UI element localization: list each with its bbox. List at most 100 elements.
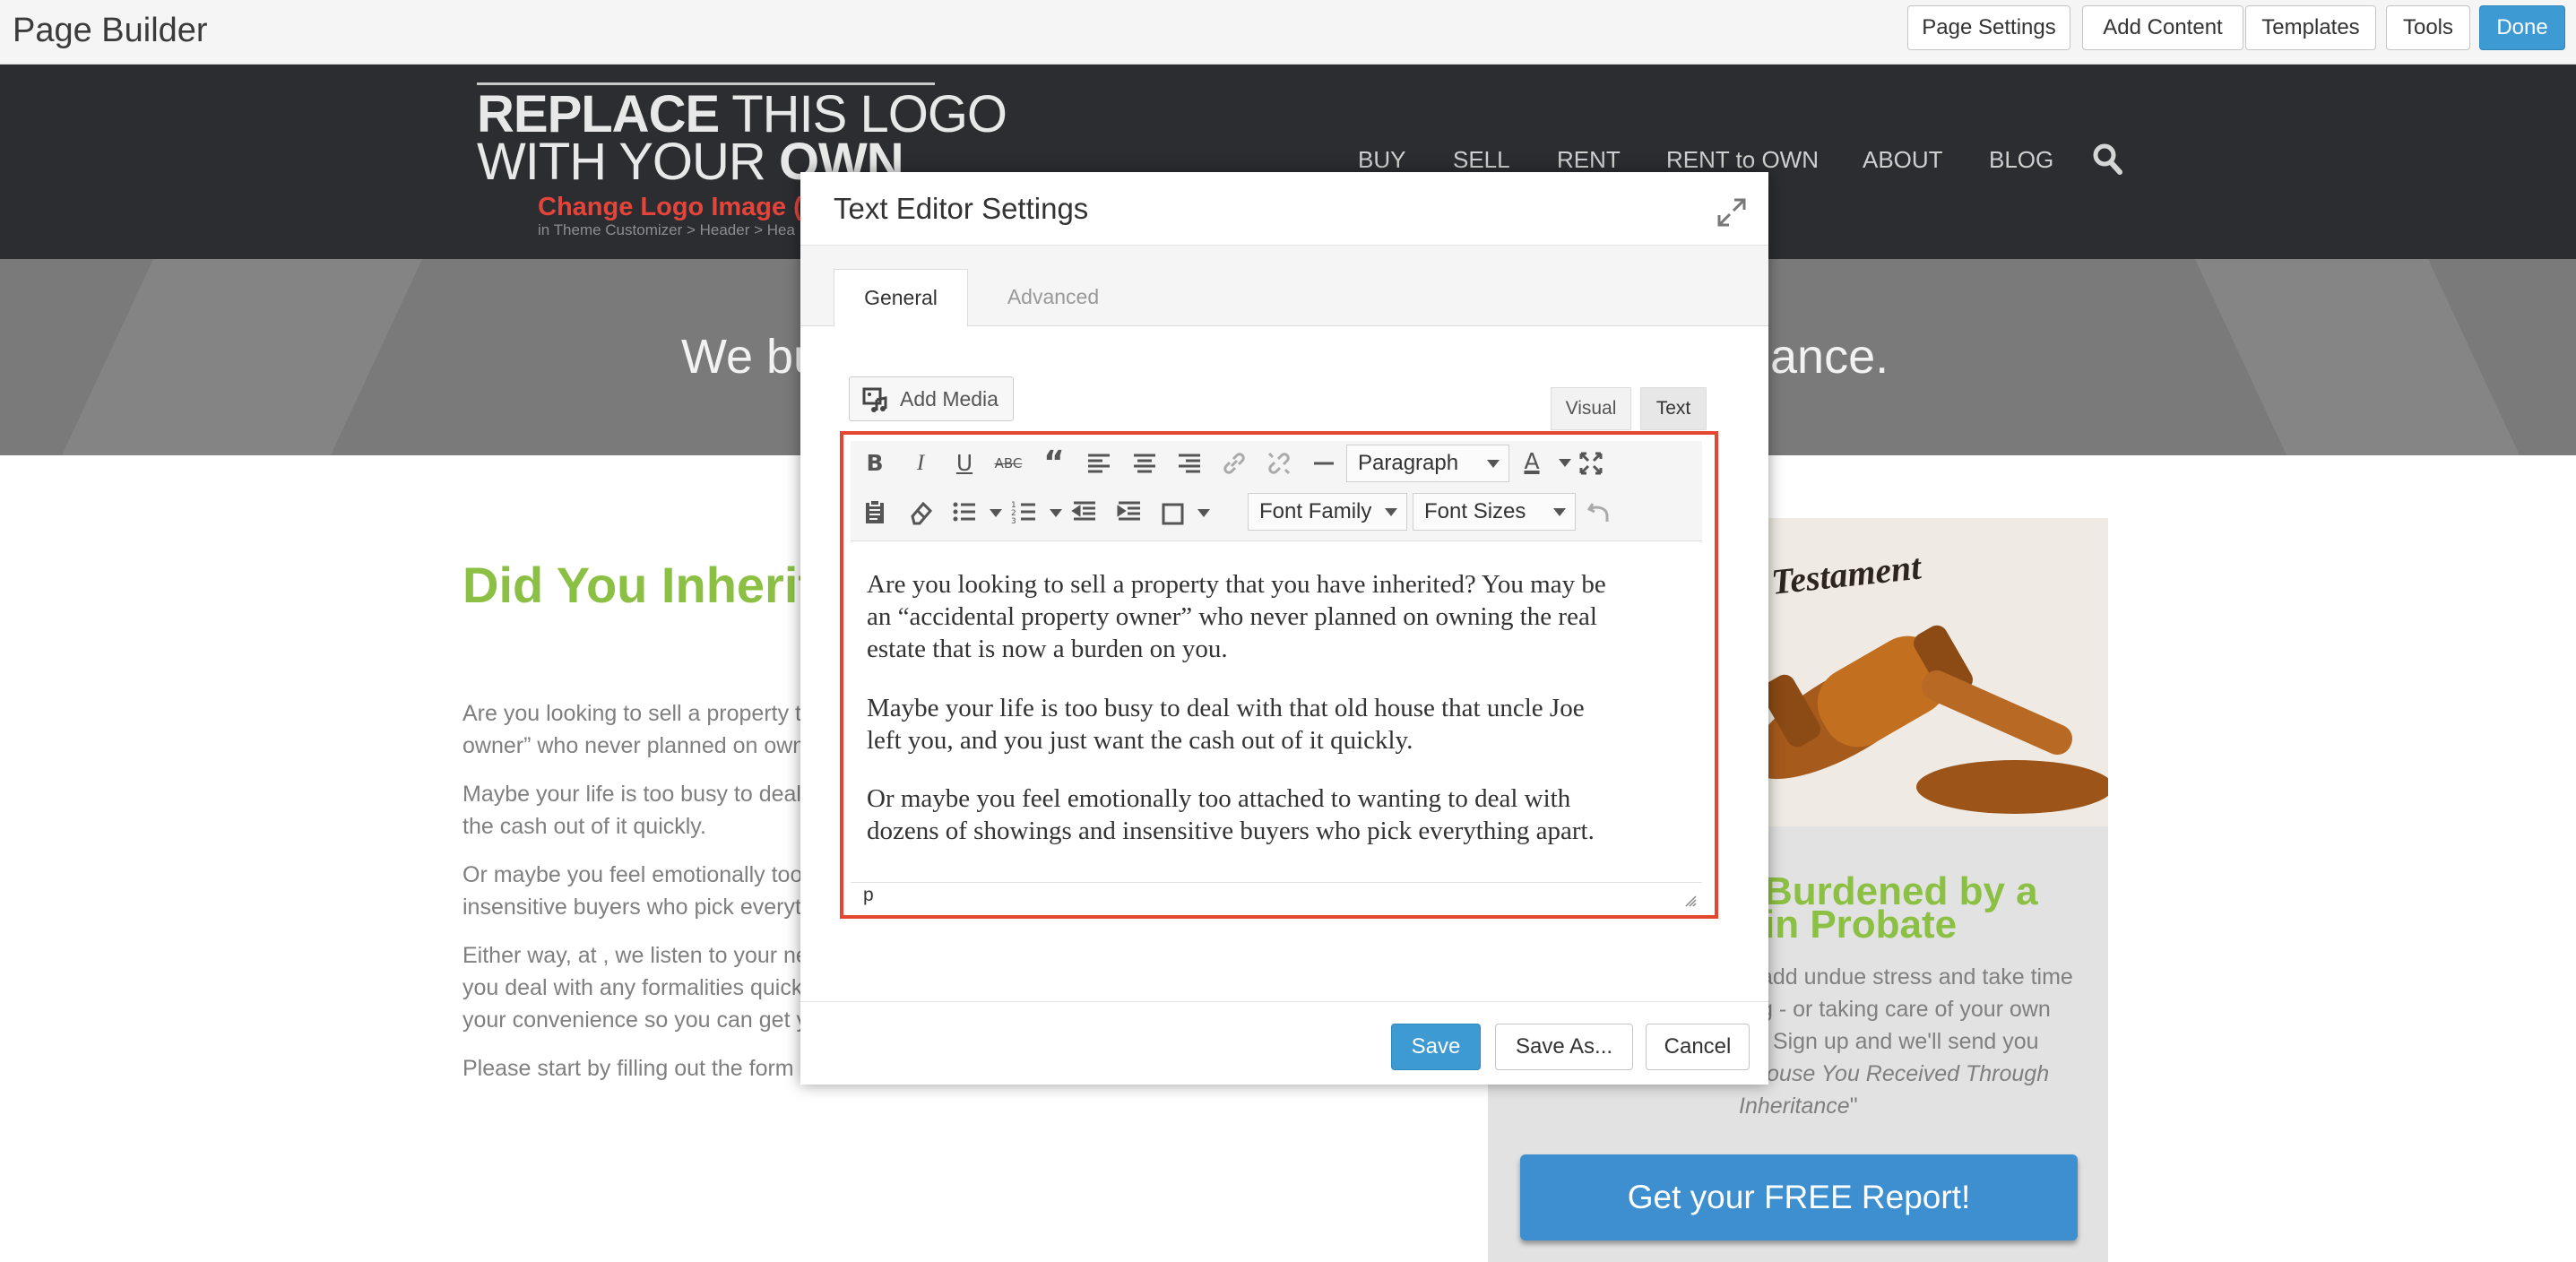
font-family-value: Font Family [1259,499,1372,523]
nav-rent[interactable]: RENT [1557,146,1621,174]
editor-paragraph-line: Maybe your life is too busy to deal with… [867,694,1585,722]
content-paragraph-line: Are you looking to sell a property t [462,701,801,726]
tab-advanced[interactable]: Advanced [972,269,1134,327]
page-settings-button[interactable]: Page Settings [1907,5,2070,50]
font-family-select[interactable]: Font Family [1248,493,1407,531]
modal-header: Text Editor Settings [800,172,1768,246]
underline-icon[interactable]: U [949,448,980,479]
fullscreen-icon[interactable] [1576,448,1606,479]
tab-visual[interactable]: Visual [1551,387,1631,430]
content-heading: Did You Inherit [462,557,816,613]
hero-headline-left: We bu [681,330,821,384]
modal-footer: Save Save As... Cancel [800,1001,1768,1085]
editor-toolbar: B I U ABC “ Paragraph A 123 Font Family … [851,441,1702,541]
chevron-down-icon [1385,508,1397,516]
content-paragraph-line: the cash out of it quickly. [462,814,706,839]
tab-text[interactable]: Text [1640,387,1707,430]
content-paragraph-line: Or maybe you feel emotionally too [462,862,803,887]
blockquote-icon[interactable]: “ [1039,447,1069,480]
add-media-button[interactable]: Add Media [849,376,1014,421]
tools-button[interactable]: Tools [2386,5,2470,50]
save-as-button[interactable]: Save As... [1495,1024,1633,1070]
sidebar-heading-line2: in Probate [1764,903,1958,946]
content-paragraph-line: your convenience so you can get y [462,1007,808,1033]
nav-sell[interactable]: SELL [1453,146,1510,174]
nav-blog[interactable]: BLOG [1989,146,2053,174]
chevron-down-icon [1553,508,1566,516]
content-paragraph-line: owner” who never planned on own [462,733,806,758]
nav-about[interactable]: ABOUT [1863,146,1943,174]
nav-buy[interactable]: BUY [1358,146,1405,174]
done-button[interactable]: Done [2479,5,2565,50]
insert-link-icon[interactable] [1219,448,1249,479]
chevron-down-icon[interactable] [1050,509,1062,517]
logo-customizer-path: in Theme Customizer > Header > Hea [538,221,795,238]
italic-icon[interactable]: I [905,448,936,479]
font-sizes-select[interactable]: Font Sizes [1413,493,1576,531]
indent-icon[interactable] [1114,497,1145,527]
change-logo-text: Change Logo Image (R [538,193,821,221]
content-paragraph-line: you deal with any formalities quick [462,975,803,1000]
content-paragraph-line: Please start by filling out the form [462,1056,794,1081]
chevron-down-icon[interactable] [990,509,1002,517]
gavel-image: d Testament [1737,518,2108,826]
editor-content-area[interactable]: Are you looking to sell a property that … [851,541,1702,882]
sidebar-text-line: add undue stress and take time [1760,964,2073,990]
border-box-icon[interactable] [1157,498,1188,529]
content-paragraph-line: insensitive buyers who pick everyt [462,895,801,920]
resize-handle-icon[interactable] [1684,895,1697,907]
chevron-down-icon [1487,460,1500,468]
tab-general[interactable]: General [834,269,968,327]
element-path[interactable]: p [863,885,874,906]
clear-formatting-icon[interactable] [905,497,936,527]
align-left-icon[interactable] [1084,448,1114,479]
editor-paragraph-line: estate that is now a burden on you. [867,635,1228,663]
undo-icon[interactable] [1584,497,1614,527]
text-editor-settings-modal: Text Editor Settings General Advanced Ad… [800,172,1768,1085]
format-select-value: Paragraph [1358,451,1459,475]
page-builder-bar: Page Builder Page Settings Add Content T… [0,0,2576,65]
page-builder-title: Page Builder [13,12,208,49]
text-color-icon[interactable]: A [1517,446,1547,477]
sidebar-text-line: ! Sign up and we'll send you [1760,1029,2039,1054]
editor-statusbar: p [851,882,1702,911]
strikethrough-icon[interactable]: ABC [993,448,1024,479]
editor-paragraph-line: Are you looking to sell a property that … [867,570,1606,599]
sidebar-italic-line: House You Received Through [1750,1061,2050,1086]
save-button[interactable]: Save [1391,1024,1481,1070]
expand-icon[interactable] [1716,197,1747,228]
modal-tab-bar: General Advanced [800,246,1768,327]
editor-paragraph-line: Or maybe you feel emotionally too attach… [867,784,1571,813]
add-media-label: Add Media [900,387,998,411]
free-report-button[interactable]: Get your FREE Report! [1520,1154,2078,1240]
sidebar-italic-line: Inheritance" [1739,1093,1858,1119]
unlink-icon[interactable] [1264,448,1294,479]
search-icon[interactable] [2091,142,2123,176]
horizontal-line-icon[interactable] [1309,448,1339,479]
modal-title: Text Editor Settings [834,192,1089,225]
editor-paragraph-line: dozens of showings and insensitive buyer… [867,817,1595,845]
content-paragraph-line: Maybe your life is too busy to deal [462,782,801,807]
nav-rent-to-own[interactable]: RENT to OWN [1666,146,1819,174]
align-right-icon[interactable] [1174,448,1205,479]
add-content-button[interactable]: Add Content [2082,5,2243,50]
numbered-list-icon[interactable]: 123 [1009,497,1040,527]
outdent-icon[interactable] [1069,497,1100,527]
editor-paragraph-line: left you, and you just want the cash out… [867,726,1413,755]
cancel-button[interactable]: Cancel [1646,1024,1750,1070]
font-sizes-value: Font Sizes [1424,499,1526,523]
hero-headline-right: ance. [1770,330,1889,384]
sidebar-text-line: g - or taking care of your own [1760,997,2051,1022]
editor-paragraph-line: an “accidental property owner” who never… [867,602,1597,631]
media-icon [862,387,887,412]
gavel-illustration: d Testament [1737,518,2108,826]
chevron-down-icon[interactable] [1559,459,1571,467]
chevron-down-icon[interactable] [1197,509,1210,517]
paste-as-text-icon[interactable] [860,497,890,527]
bold-icon[interactable]: B [860,448,890,479]
align-center-icon[interactable] [1129,448,1160,479]
templates-button[interactable]: Templates [2245,5,2376,50]
bullet-list-icon[interactable] [949,497,980,527]
svg-text:3: 3 [1011,517,1016,526]
format-select[interactable]: Paragraph [1346,445,1509,482]
